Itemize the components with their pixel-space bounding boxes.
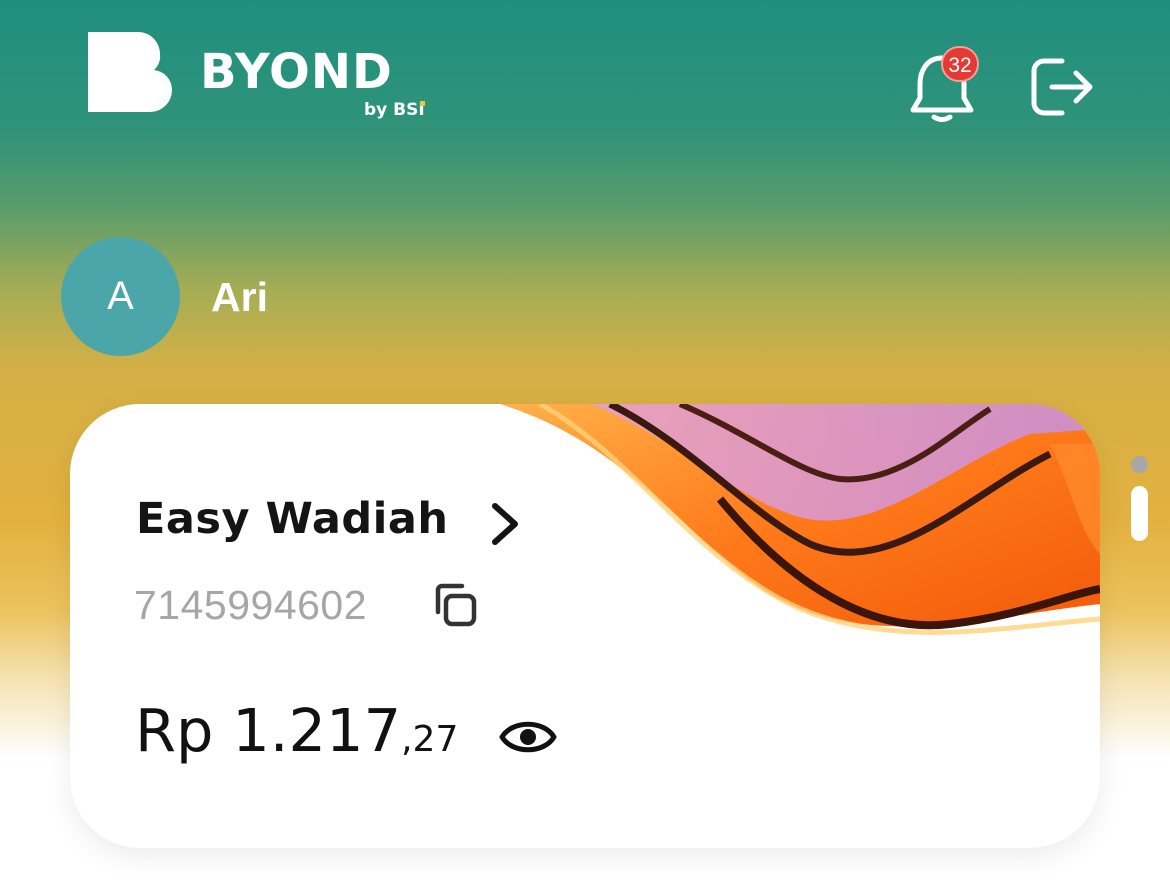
- brand-name: BYOND: [200, 44, 393, 100]
- account-product-name[interactable]: Easy Wadiah: [136, 494, 449, 544]
- page-indicator-active[interactable]: [1131, 486, 1148, 541]
- logo-mark: [88, 32, 173, 112]
- account-card[interactable]: Easy Wadiah 7145994602 Rp 1.217,27: [70, 404, 1100, 848]
- byond-logo: BYOND by BSI: [88, 32, 433, 127]
- account-balance: Rp 1.217,27: [135, 696, 458, 765]
- balance-amount: Rp 1.217: [135, 696, 402, 765]
- chevron-right-icon[interactable]: [485, 500, 525, 548]
- eye-icon[interactable]: [498, 712, 558, 762]
- balance-decimal: ,27: [401, 719, 459, 760]
- avatar[interactable]: A: [61, 237, 180, 356]
- page-indicator-dot[interactable]: [1131, 456, 1148, 473]
- brand-byline: by BSI: [364, 100, 425, 120]
- user-name: Ari: [211, 274, 268, 320]
- logout-icon[interactable]: [1028, 55, 1098, 119]
- notification-badge: 32: [941, 46, 979, 82]
- copy-icon[interactable]: [430, 580, 480, 630]
- byline-accent-dot: [420, 101, 425, 106]
- account-number: 7145994602: [134, 582, 368, 628]
